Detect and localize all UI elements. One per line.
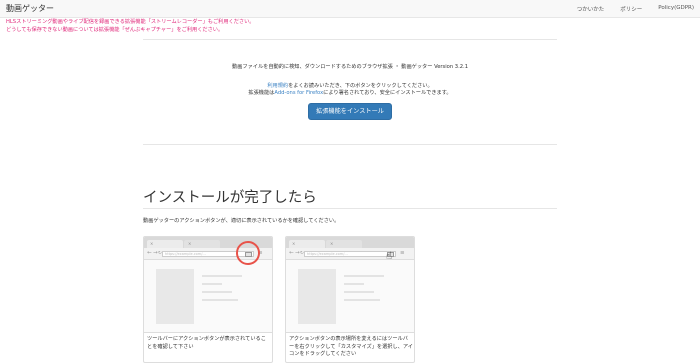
card-caption: ツールバーにアクションボタンが表示されていることを確認して下さい [147,336,266,350]
notice-line-1: HLSストリーミング動画やライブ配信を録画できる拡張機能「ストリームレコーダー」… [6,19,255,25]
notice-line-2: どうしても保存できない動画については拡張機能「ぜんぶキャプチャー」をご利用くださ… [6,27,224,33]
close-icon: × [292,241,296,246]
hand-cursor-icon: ☝ [386,251,393,262]
text-line [202,275,242,277]
close-icon: × [330,241,334,246]
addon-link[interactable]: Add-ons for Firefox [274,90,323,96]
text-line [202,283,222,285]
browser-toolbar: ← → ↻ https://example.com/... ≡ [286,248,414,260]
nav-links: つかいかた ポリシー Policy(GDPR) [577,5,694,13]
close-icon: × [150,241,154,246]
page-image-placeholder [298,269,336,324]
text-line [202,291,232,293]
tab-bar: × × [286,237,414,248]
section-subtext: 動画ゲッターのアクションボタンが、適切に表示されているかを確認してください。 [143,218,340,224]
addon-suffix: により署名されており、安全にインストールできます。 [323,90,452,96]
forward-icon: → [295,250,300,256]
browser-illustration: × × ← → ↻ https://example.com/... ≡ ☝ [286,237,414,333]
back-icon: ← [289,250,294,256]
close-icon: × [188,241,192,246]
forward-icon: → [153,250,158,256]
brand-title[interactable]: 動画ゲッター [6,3,54,14]
top-navbar: 動画ゲッター つかいかた ポリシー Policy(GDPR) [0,0,700,18]
addon-line: 拡張機能はAdd-ons for Firefoxにより署名されており、安全にイン… [0,89,700,96]
nav-link-usage[interactable]: つかいかた [577,5,605,13]
url-bar: https://example.com/... [304,251,396,257]
install-extension-button[interactable]: 拡張機能をインストール [308,103,392,120]
text-line [202,299,238,301]
instruction-card-toolbar: × × ← → ↻ https://example.com/... ≡ ツールバ… [143,236,273,363]
addon-prefix: 拡張機能は [248,90,275,96]
menu-icon: ≡ [400,250,405,256]
highlight-circle [236,241,260,265]
terms-line: 利用規約をよくお読みいただき、下のボタンをクリックしてください。 [0,82,700,89]
nav-link-gdpr[interactable]: Policy(GDPR) [658,5,694,13]
text-line [344,291,374,293]
instruction-card-customize: × × ← → ↻ https://example.com/... ≡ ☝ アク… [285,236,415,363]
intro-description: 動画ファイルを自動的に検知、ダウンロードするためのブラウザ拡張 ・ 動画ゲッター… [232,64,468,70]
nav-link-policy[interactable]: ポリシー [620,5,642,13]
browser-illustration: × × ← → ↻ https://example.com/... ≡ [144,237,272,333]
card-caption: アクションボタンの表示場所を変えるにはツールバーを右クリックして「カスタマイズ」… [289,336,413,357]
section-heading: インストールが完了したら [143,190,317,206]
divider [143,144,557,145]
text-line [344,275,384,277]
back-icon: ← [147,250,152,256]
text-line [344,283,364,285]
notice-text: HLSストリーミング動画やライブ配信を録画できる拡張機能「ストリームレコーダー」… [6,18,254,34]
divider [143,208,557,209]
page-image-placeholder [156,269,194,324]
divider [143,39,557,40]
text-line [344,299,380,301]
